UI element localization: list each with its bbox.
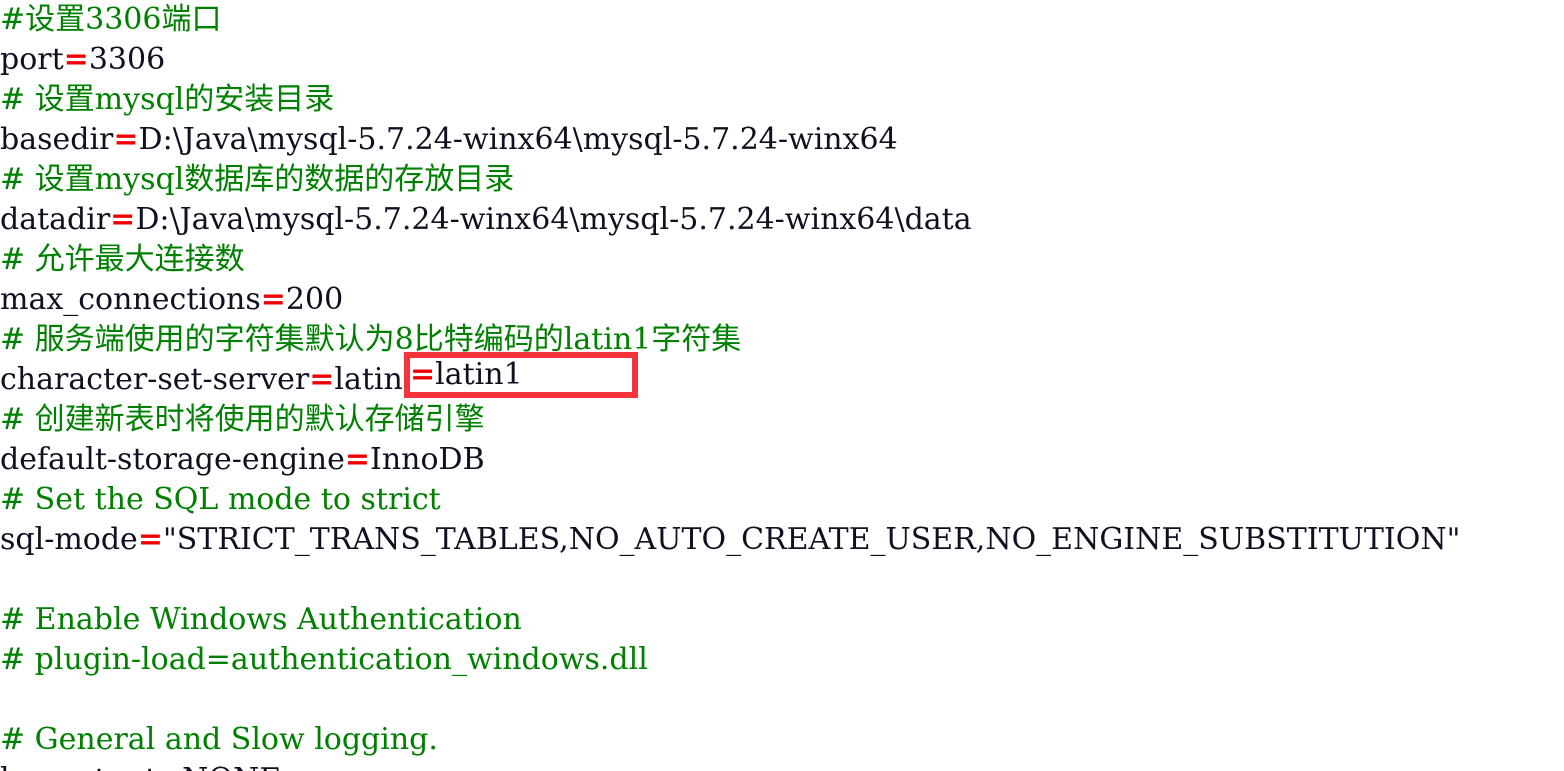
- equals-sign-token: =: [113, 122, 139, 157]
- code-line[interactable]: [0, 680, 1564, 720]
- comment-token: # Set the SQL mode to strict: [0, 482, 441, 517]
- setting-value-token: 3306: [88, 42, 166, 77]
- equals-sign-token: =: [309, 362, 335, 397]
- setting-value-token: 200: [285, 282, 344, 317]
- setting-key-token: port: [0, 42, 64, 77]
- setting-value-token: "STRICT_TRANS_TABLES,NO_AUTO_CREATE_USER…: [162, 522, 1461, 557]
- setting-value-token: latin1: [334, 362, 422, 397]
- setting-key-token: datadir: [0, 202, 111, 237]
- equals-sign-token: =: [157, 762, 182, 771]
- code-line[interactable]: #设置3306端口: [0, 0, 1564, 40]
- setting-key-token: max_connections: [0, 282, 261, 317]
- equals-sign-token: =: [260, 282, 286, 317]
- comment-token: # General and Slow logging.: [0, 722, 438, 757]
- code-line[interactable]: max_connections=200: [0, 280, 1564, 320]
- setting-key-token: log-output: [0, 762, 157, 771]
- comment-token: # 设置mysql的安装目录: [0, 82, 335, 117]
- comment-token: # 允许最大连接数: [0, 242, 245, 277]
- setting-key-token: sql-mode: [0, 522, 138, 557]
- code-line[interactable]: basedir=D:\Java\mysql-5.7.24-winx64\mysq…: [0, 120, 1564, 160]
- code-line[interactable]: log-output=NONE: [0, 760, 1564, 771]
- code-line[interactable]: # 设置mysql数据库的数据的存放目录: [0, 160, 1564, 200]
- comment-token: # 创建新表时将使用的默认存储引擎: [0, 402, 485, 437]
- code-line[interactable]: default-storage-engine=InnoDB: [0, 440, 1564, 480]
- code-line[interactable]: sql-mode="STRICT_TRANS_TABLES,NO_AUTO_CR…: [0, 520, 1564, 560]
- equals-sign-token: =: [110, 202, 136, 237]
- comment-token: #设置3306端口: [0, 2, 222, 37]
- comment-token: # plugin-load=authentication_windows.dll: [0, 642, 648, 677]
- equals-sign-token: =: [137, 522, 163, 557]
- code-line[interactable]: # 设置mysql的安装目录: [0, 80, 1564, 120]
- code-line[interactable]: # Enable Windows Authentication: [0, 600, 1564, 640]
- comment-token: # 服务端使用的字符集默认为8比特编码的latin1字符集: [0, 322, 742, 357]
- code-line[interactable]: # 服务端使用的字符集默认为8比特编码的latin1字符集: [0, 320, 1564, 360]
- comment-token: # 设置mysql数据库的数据的存放目录: [0, 162, 515, 197]
- setting-value-token: D:\Java\mysql-5.7.24-winx64\mysql-5.7.24…: [138, 122, 898, 157]
- code-line[interactable]: # General and Slow logging.: [0, 720, 1564, 760]
- code-line[interactable]: [0, 560, 1564, 600]
- setting-key-token: basedir: [0, 122, 114, 157]
- setting-value-token: NONE: [182, 762, 281, 771]
- setting-value-token: D:\Java\mysql-5.7.24-winx64\mysql-5.7.24…: [135, 202, 972, 237]
- equals-sign-token: =: [344, 442, 370, 477]
- config-file-content[interactable]: #设置3306端口 port=3306 # 设置mysql的安装目录 basedir=…: [0, 0, 1564, 771]
- comment-token: # Enable Windows Authentication: [0, 602, 522, 637]
- code-line[interactable]: port=3306: [0, 40, 1564, 80]
- code-line[interactable]: # Set the SQL mode to strict: [0, 480, 1564, 520]
- code-line[interactable]: # 创建新表时将使用的默认存储引擎: [0, 400, 1564, 440]
- code-line[interactable]: datadir=D:\Java\mysql-5.7.24-winx64\mysq…: [0, 200, 1564, 240]
- code-line[interactable]: # 允许最大连接数: [0, 240, 1564, 280]
- setting-key-token: character-set-server: [0, 362, 310, 397]
- setting-value-token: InnoDB: [369, 442, 485, 477]
- setting-key-token: default-storage-engine: [0, 442, 345, 477]
- config-file-editor[interactable]: #设置3306端口 port=3306 # 设置mysql的安装目录 basedir=…: [0, 0, 1564, 771]
- code-line[interactable]: character-set-server=latin1: [0, 360, 1564, 400]
- code-line[interactable]: # plugin-load=authentication_windows.dll: [0, 640, 1564, 680]
- equals-sign-token: =: [63, 42, 89, 77]
